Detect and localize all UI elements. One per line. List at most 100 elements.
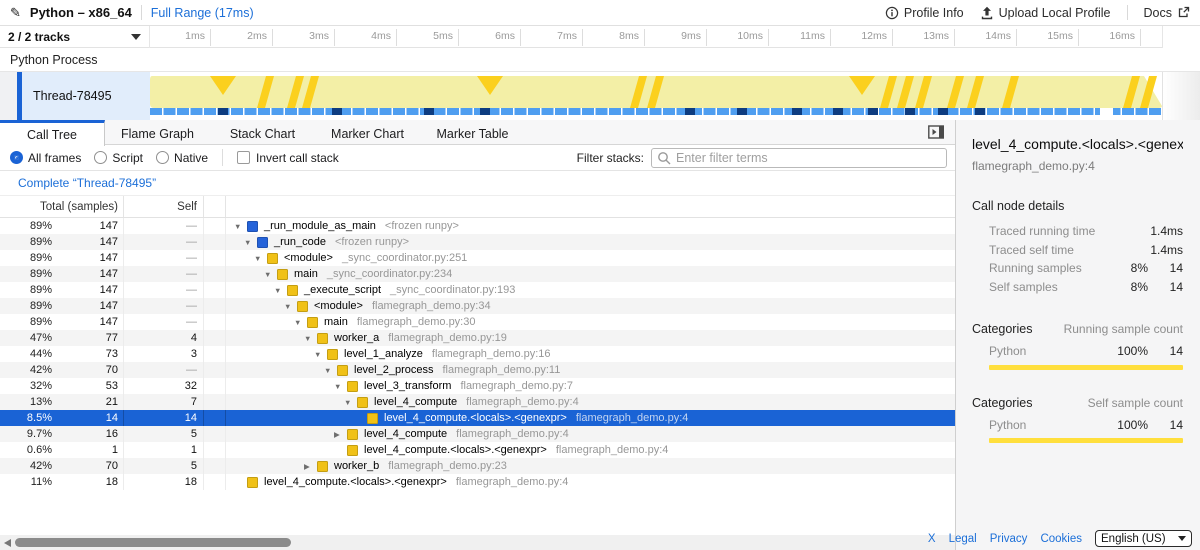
function-file: flamegraph_demo.py:19 [388, 332, 507, 344]
tab-marker-table[interactable]: Marker Table [420, 120, 525, 145]
samples-strip-dark-segment [975, 108, 985, 115]
function-name: level_4_compute [374, 396, 457, 408]
full-range-link[interactable]: Full Range (17ms) [151, 6, 254, 20]
twisty-open-icon[interactable]: ▼ [234, 222, 247, 231]
edit-profile-name-icon[interactable]: ✎ [10, 5, 21, 21]
tab-label: Flame Graph [121, 127, 194, 141]
yellow-category-icon [287, 285, 298, 296]
process-track-row[interactable]: Python Process [0, 48, 1200, 72]
footer-link-cookies[interactable]: Cookies [1040, 533, 1082, 545]
twisty-open-icon[interactable]: ▼ [254, 254, 267, 263]
twisty-open-icon[interactable]: ▼ [244, 238, 257, 247]
cell-total: 42%70 [0, 458, 124, 474]
function-name: level_4_compute.<locals>.<genexpr> [384, 412, 567, 424]
twisty-open-icon[interactable]: ▼ [294, 318, 307, 327]
table-row[interactable]: 89%147—▼_execute_script_sync_coordinator… [0, 282, 955, 298]
cell-category [204, 474, 226, 490]
twisty-open-icon[interactable]: ▼ [284, 302, 297, 311]
footer-link-legal[interactable]: Legal [949, 533, 977, 545]
tab-flame-graph[interactable]: Flame Graph [105, 120, 210, 145]
filter-stacks-input[interactable] [651, 148, 947, 168]
cell-total: 32%53 [0, 378, 124, 394]
table-row[interactable]: 44%733▼level_1_analyzeflamegraph_demo.py… [0, 346, 955, 362]
twisty-open-icon[interactable]: ▼ [314, 350, 327, 359]
detail-label: Traced self time [972, 243, 1110, 257]
cell-total-count: 147 [52, 252, 123, 264]
category-block: CategoriesRunning sample countPython100%… [972, 322, 1183, 370]
table-row[interactable]: 89%147—▼_run_code<frozen runpy> [0, 234, 955, 250]
cell-category [204, 458, 226, 474]
checkbox-box [237, 151, 250, 164]
twisty-closed-icon[interactable]: ▶ [334, 430, 347, 439]
tab-stack-chart[interactable]: Stack Chart [210, 120, 315, 145]
breadcrumb-complete-thread[interactable]: Complete “Thread-78495” [18, 176, 156, 190]
radio-script[interactable]: Script [94, 151, 143, 165]
docs-link[interactable]: Docs [1144, 6, 1190, 20]
scroll-left-arrow-icon[interactable] [4, 539, 11, 547]
twisty-closed-icon[interactable]: ▶ [304, 462, 317, 471]
twisty-open-icon[interactable]: ▼ [274, 286, 287, 295]
tab-marker-chart[interactable]: Marker Chart [315, 120, 420, 145]
table-row[interactable]: 47%774▼worker_aflamegraph_demo.py:19 [0, 330, 955, 346]
table-row[interactable]: 89%147—▼<module>flamegraph_demo.py:34 [0, 298, 955, 314]
horizontal-scrollbar-thumb[interactable] [15, 538, 291, 547]
tracks-vertical-scrollbar[interactable] [1162, 72, 1200, 120]
cell-total-count: 147 [52, 236, 123, 248]
cell-total-count: 147 [52, 220, 123, 232]
cell-tree: ▼mainflamegraph_demo.py:30 [226, 314, 955, 330]
col-total-samples[interactable]: Total (samples) [0, 201, 123, 213]
thread-track-label[interactable]: Thread-78495 [22, 72, 150, 120]
cell-tree: ▼level_1_analyzeflamegraph_demo.py:16 [226, 346, 955, 362]
table-row[interactable]: 8.5%1414level_4_compute.<locals>.<genexp… [0, 410, 955, 426]
twisty-open-icon[interactable]: ▼ [264, 270, 277, 279]
function-name: <module> [314, 300, 363, 312]
calltree-header: Total (samples) Self [0, 196, 955, 218]
table-row[interactable]: 13%217▼level_4_computeflamegraph_demo.py… [0, 394, 955, 410]
radio-all-frames[interactable]: All frames [10, 151, 81, 165]
upload-profile-button[interactable]: Upload Local Profile [980, 6, 1111, 20]
table-row[interactable]: 89%147—▼main_sync_coordinator.py:234 [0, 266, 955, 282]
cell-total: 89%147 [0, 234, 124, 250]
footer-link-privacy[interactable]: Privacy [990, 533, 1028, 545]
thread-track-row[interactable]: Thread-78495 [0, 72, 1200, 120]
cell-self: 5 [124, 426, 204, 442]
profile-title: Python – x86_64 [30, 5, 132, 20]
footer-link-x[interactable]: X [928, 533, 936, 545]
thread-track-graph[interactable] [150, 72, 1162, 120]
table-row[interactable]: 42%705▶worker_bflamegraph_demo.py:23 [0, 458, 955, 474]
detail-value: 1.4ms [1148, 243, 1183, 257]
cell-total-count: 147 [52, 284, 123, 296]
ruler-tick-label: 16ms [1077, 30, 1135, 42]
tab-call-tree[interactable]: Call Tree [0, 120, 105, 146]
twisty-open-icon[interactable]: ▼ [304, 334, 317, 343]
cell-self-value: — [186, 284, 197, 296]
cell-total-percent: 11% [0, 476, 52, 488]
invert-call-stack-checkbox[interactable]: Invert call stack [237, 151, 339, 165]
header-divider [141, 5, 142, 20]
twisty-open-icon[interactable]: ▼ [344, 398, 357, 407]
cell-self: 32 [124, 378, 204, 394]
table-row[interactable]: 0.6%11level_4_compute.<locals>.<genexpr>… [0, 442, 955, 458]
radio-native[interactable]: Native [156, 151, 208, 165]
table-row[interactable]: 89%147—▼_run_module_as_main<frozen runpy… [0, 218, 955, 234]
yellow-category-icon [347, 429, 358, 440]
col-self[interactable]: Self [177, 201, 197, 213]
table-row[interactable]: 9.7%165▶level_4_computeflamegraph_demo.p… [0, 426, 955, 442]
tracks-count-dropdown[interactable]: 2 / 2 tracks [0, 26, 150, 48]
function-name: level_2_process [354, 364, 434, 376]
table-row[interactable]: 89%147—▼<module>_sync_coordinator.py:251 [0, 250, 955, 266]
profile-info-button[interactable]: Profile Info [885, 6, 964, 20]
twisty-open-icon[interactable]: ▼ [334, 382, 347, 391]
table-row[interactable]: 32%5332▼level_3_transformflamegraph_demo… [0, 378, 955, 394]
table-row[interactable]: 42%70—▼level_2_processflamegraph_demo.py… [0, 362, 955, 378]
sidebar-toggle-button[interactable] [928, 120, 955, 144]
detail-value: 14 [1148, 261, 1183, 275]
language-select[interactable]: English (US) [1095, 530, 1192, 547]
table-row[interactable]: 89%147—▼mainflamegraph_demo.py:30 [0, 314, 955, 330]
blue-category-icon [257, 237, 268, 248]
cell-tree: ▶worker_bflamegraph_demo.py:23 [226, 458, 955, 474]
table-row[interactable]: 11%1818level_4_compute.<locals>.<genexpr… [0, 474, 955, 490]
twisty-open-icon[interactable]: ▼ [324, 366, 337, 375]
yellow-category-icon [267, 253, 278, 264]
cell-tree: level_4_compute.<locals>.<genexpr>flameg… [226, 474, 955, 490]
